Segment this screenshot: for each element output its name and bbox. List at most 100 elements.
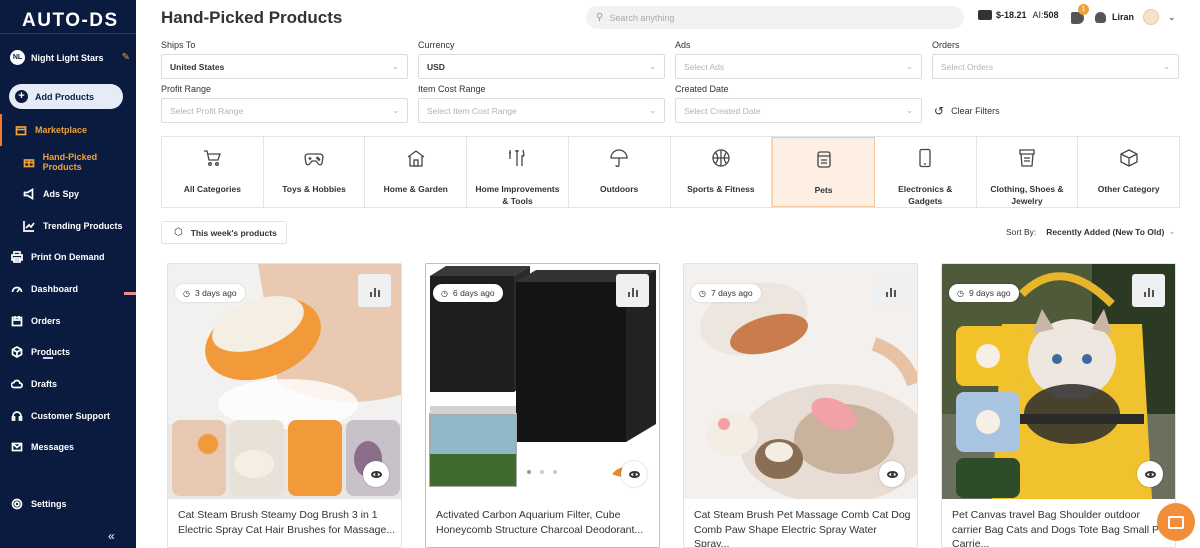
ai-credits: AI:508 xyxy=(1033,10,1059,20)
profit-range-select[interactable]: Select Profit Range ⌄ xyxy=(161,98,408,123)
chat-button[interactable] xyxy=(1157,503,1195,541)
sort-control[interactable]: Sort By: Recently Added (New To Old) ⌄ xyxy=(1006,226,1175,237)
collapse-sidebar-icon[interactable]: « xyxy=(108,529,115,543)
gamepad-icon xyxy=(304,148,324,170)
eye-icon[interactable] xyxy=(363,461,389,487)
sort-value: Recently Added (New To Old) xyxy=(1046,226,1165,237)
sidebar-item-hand-picked-products[interactable]: Hand-Picked Products xyxy=(0,148,136,176)
gift-icon xyxy=(22,155,36,169)
created-date-label: Created Date xyxy=(675,84,729,94)
stats-button[interactable] xyxy=(358,274,391,307)
category-electronics-gadgets[interactable]: Electronics & Gadgets xyxy=(875,137,977,207)
calendar-icon xyxy=(10,314,24,328)
product-title[interactable]: Pet Canvas travel Bag Shoulder outdoor c… xyxy=(952,508,1170,547)
ships-to-select[interactable]: United States ⌄ xyxy=(161,54,408,79)
search-placeholder: Search anything xyxy=(609,12,675,23)
category-toys-hobbies[interactable]: Toys & Hobbies xyxy=(264,137,366,207)
category-label: Other Category xyxy=(1097,184,1160,194)
sidebar-item-drafts[interactable]: Drafts xyxy=(0,370,136,398)
sidebar-item-label: Settings xyxy=(31,499,67,509)
ships-to-label: Ships To xyxy=(161,40,196,50)
clear-filters-button[interactable]: ↺ Clear Filters xyxy=(934,104,1000,118)
eye-icon[interactable] xyxy=(621,461,647,487)
sidebar-item-products[interactable]: Products xyxy=(0,338,136,366)
category-pets[interactable]: Pets xyxy=(772,137,875,207)
sidebar-item-orders[interactable]: Orders xyxy=(0,307,136,335)
store-switcher[interactable]: NL Night Light Stars ✎ xyxy=(10,50,130,65)
products-underline xyxy=(43,357,53,359)
app-root: AUTO-DS NL Night Light Stars ✎ + Add Pro… xyxy=(0,0,1200,548)
sidebar-item-marketplace[interactable]: Marketplace xyxy=(0,114,136,146)
notifications-button[interactable]: 1 xyxy=(1071,4,1089,24)
sidebar-item-label: Hand-Picked Products xyxy=(42,152,98,172)
sidebar-item-label: Marketplace xyxy=(35,125,88,135)
ads-select[interactable]: Select Ads ⌄ xyxy=(675,54,922,79)
sidebar-item-settings[interactable]: Settings xyxy=(0,490,136,518)
chevron-down-icon: ⌄ xyxy=(906,106,913,115)
eye-icon[interactable] xyxy=(1137,461,1163,487)
logo[interactable]: AUTO-DS xyxy=(22,10,119,32)
sidebar-item-customer-support[interactable]: Customer Support xyxy=(0,402,136,430)
category-bar: All Categories Toys & Hobbies Home & Gar… xyxy=(161,136,1180,208)
user-menu[interactable]: Liran ⌄ xyxy=(1095,9,1176,25)
category-all[interactable]: All Categories xyxy=(162,137,264,207)
sidebar-item-trending-products[interactable]: Trending Products xyxy=(0,212,136,240)
age-text: 7 days ago xyxy=(710,288,753,298)
sidebar-item-print-on-demand[interactable]: Print On Demand xyxy=(0,243,136,271)
category-other[interactable]: Other Category xyxy=(1078,137,1179,207)
phone-icon xyxy=(915,148,935,170)
sidebar-item-label: Print On Demand xyxy=(31,252,105,262)
eye-icon[interactable] xyxy=(879,461,905,487)
user-icon xyxy=(1095,11,1106,23)
headset-icon xyxy=(10,409,24,423)
age-badge: ◷ 3 days ago xyxy=(175,284,245,302)
product-title[interactable]: Cat Steam Brush Pet Massage Comb Cat Dog… xyxy=(694,508,912,547)
product-card[interactable]: ◷ 7 days ago Cat Steam Brush Pet Massage … xyxy=(683,263,918,548)
category-outdoors[interactable]: Outdoors xyxy=(569,137,671,207)
created-date-select[interactable]: Select Created Date ⌄ xyxy=(675,98,922,123)
sidebar-item-messages[interactable]: Messages xyxy=(0,433,136,461)
reset-icon: ↺ xyxy=(934,104,945,118)
cube-icon xyxy=(1119,148,1139,170)
product-title[interactable]: Activated Carbon Aquarium Filter, Cube H… xyxy=(436,508,654,537)
product-card[interactable]: ◷ 6 days ago Activated Carbon Aquarium Fi… xyxy=(425,263,660,548)
search-input[interactable]: ⚲ Search anything xyxy=(586,6,964,29)
sidebar-item-ads-spy[interactable]: Ads Spy xyxy=(0,180,136,208)
sort-label: Sort By: xyxy=(1006,226,1037,237)
stats-button[interactable] xyxy=(874,274,907,307)
stats-button[interactable] xyxy=(616,274,649,307)
stats-button[interactable] xyxy=(1132,274,1165,307)
category-home-improvements-tools[interactable]: Home Improvements & Tools xyxy=(467,137,569,207)
category-sports-fitness[interactable]: Sports & Fitness xyxy=(671,137,773,207)
this-weeks-products-label: This week's products xyxy=(190,227,277,238)
chevron-down-icon: ⌄ xyxy=(1168,226,1176,236)
orders-select[interactable]: Select Orders ⌄ xyxy=(932,54,1179,79)
ads-placeholder: Select Ads xyxy=(684,61,725,72)
product-card[interactable]: ◷ 9 days ago Pet Canvas travel Bag Should… xyxy=(941,263,1176,548)
age-text: 9 days ago xyxy=(968,288,1011,298)
balance-widget[interactable]: $-18.21 AI:508 xyxy=(978,10,1059,20)
gauge-icon xyxy=(10,282,24,296)
megaphone-icon xyxy=(22,187,36,201)
plus-icon: + xyxy=(15,90,28,103)
sidebar-item-label: Ads Spy xyxy=(43,189,80,199)
sidebar-item-dashboard[interactable]: Dashboard xyxy=(0,275,136,303)
box-icon: ⬡ xyxy=(174,227,183,238)
item-cost-select[interactable]: Select Item Cost Range ⌄ xyxy=(418,98,665,123)
cloud-icon xyxy=(10,377,24,391)
sidebar-item-label: Products xyxy=(31,347,71,357)
add-products-button[interactable]: + Add Products xyxy=(9,84,123,109)
category-home-garden[interactable]: Home & Garden xyxy=(365,137,468,207)
product-card[interactable]: ◷ 3 days ago Cat Steam Brush Steamy Dog B… xyxy=(167,263,402,548)
category-clothing-shoes-jewelry[interactable]: Clothing, Shoes & Jewelry xyxy=(977,137,1079,207)
currency-select[interactable]: USD ⌄ xyxy=(418,54,665,79)
wallet-icon xyxy=(978,10,992,20)
product-title[interactable]: Cat Steam Brush Steamy Dog Brush 3 in 1 … xyxy=(178,508,396,537)
pencil-icon[interactable]: ✎ xyxy=(122,52,130,63)
profit-range-placeholder: Select Profit Range xyxy=(170,105,244,116)
chevron-down-icon: ⌄ xyxy=(392,106,399,115)
sidebar: AUTO-DS NL Night Light Stars ✎ + Add Pro… xyxy=(0,0,136,548)
this-weeks-products-button[interactable]: ⬡ This week's products xyxy=(161,221,287,244)
divider xyxy=(0,33,136,34)
store-name: Night Light Stars xyxy=(31,52,104,63)
